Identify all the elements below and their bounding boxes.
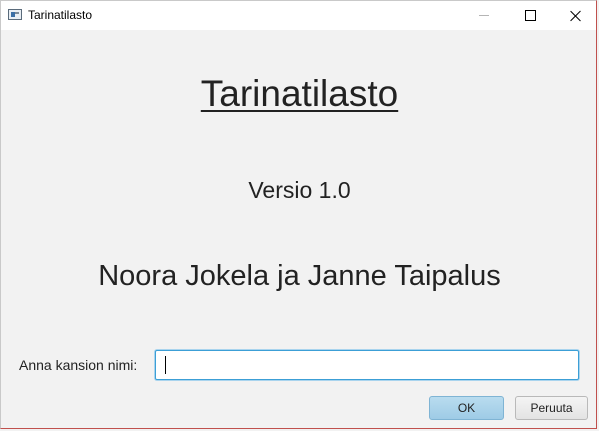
text-caret	[165, 356, 166, 374]
minimize-icon	[479, 15, 489, 16]
title-bar[interactable]: Tarinatilasto	[1, 1, 596, 30]
window-title: Tarinatilasto	[28, 8, 93, 22]
version-text: Versio 1.0	[248, 177, 351, 203]
maximize-button[interactable]	[507, 1, 553, 30]
dialog-window: Tarinatilasto Tarinatilasto Versio 1.0 N…	[0, 0, 597, 429]
authors-text: Noora Jokela ja Janne Taipalus	[98, 260, 501, 292]
folder-name-label: Anna kansion nimi:	[19, 357, 138, 373]
close-button[interactable]	[553, 1, 599, 30]
minimize-button[interactable]	[461, 1, 507, 30]
app-title: Tarinatilasto	[200, 73, 399, 114]
close-icon	[570, 10, 582, 22]
ok-button[interactable]: OK	[429, 396, 504, 420]
cancel-button[interactable]: Peruuta	[515, 396, 588, 420]
application-window-icon[interactable]	[8, 9, 22, 20]
maximize-icon	[524, 10, 536, 21]
folder-name-input[interactable]	[155, 350, 579, 380]
